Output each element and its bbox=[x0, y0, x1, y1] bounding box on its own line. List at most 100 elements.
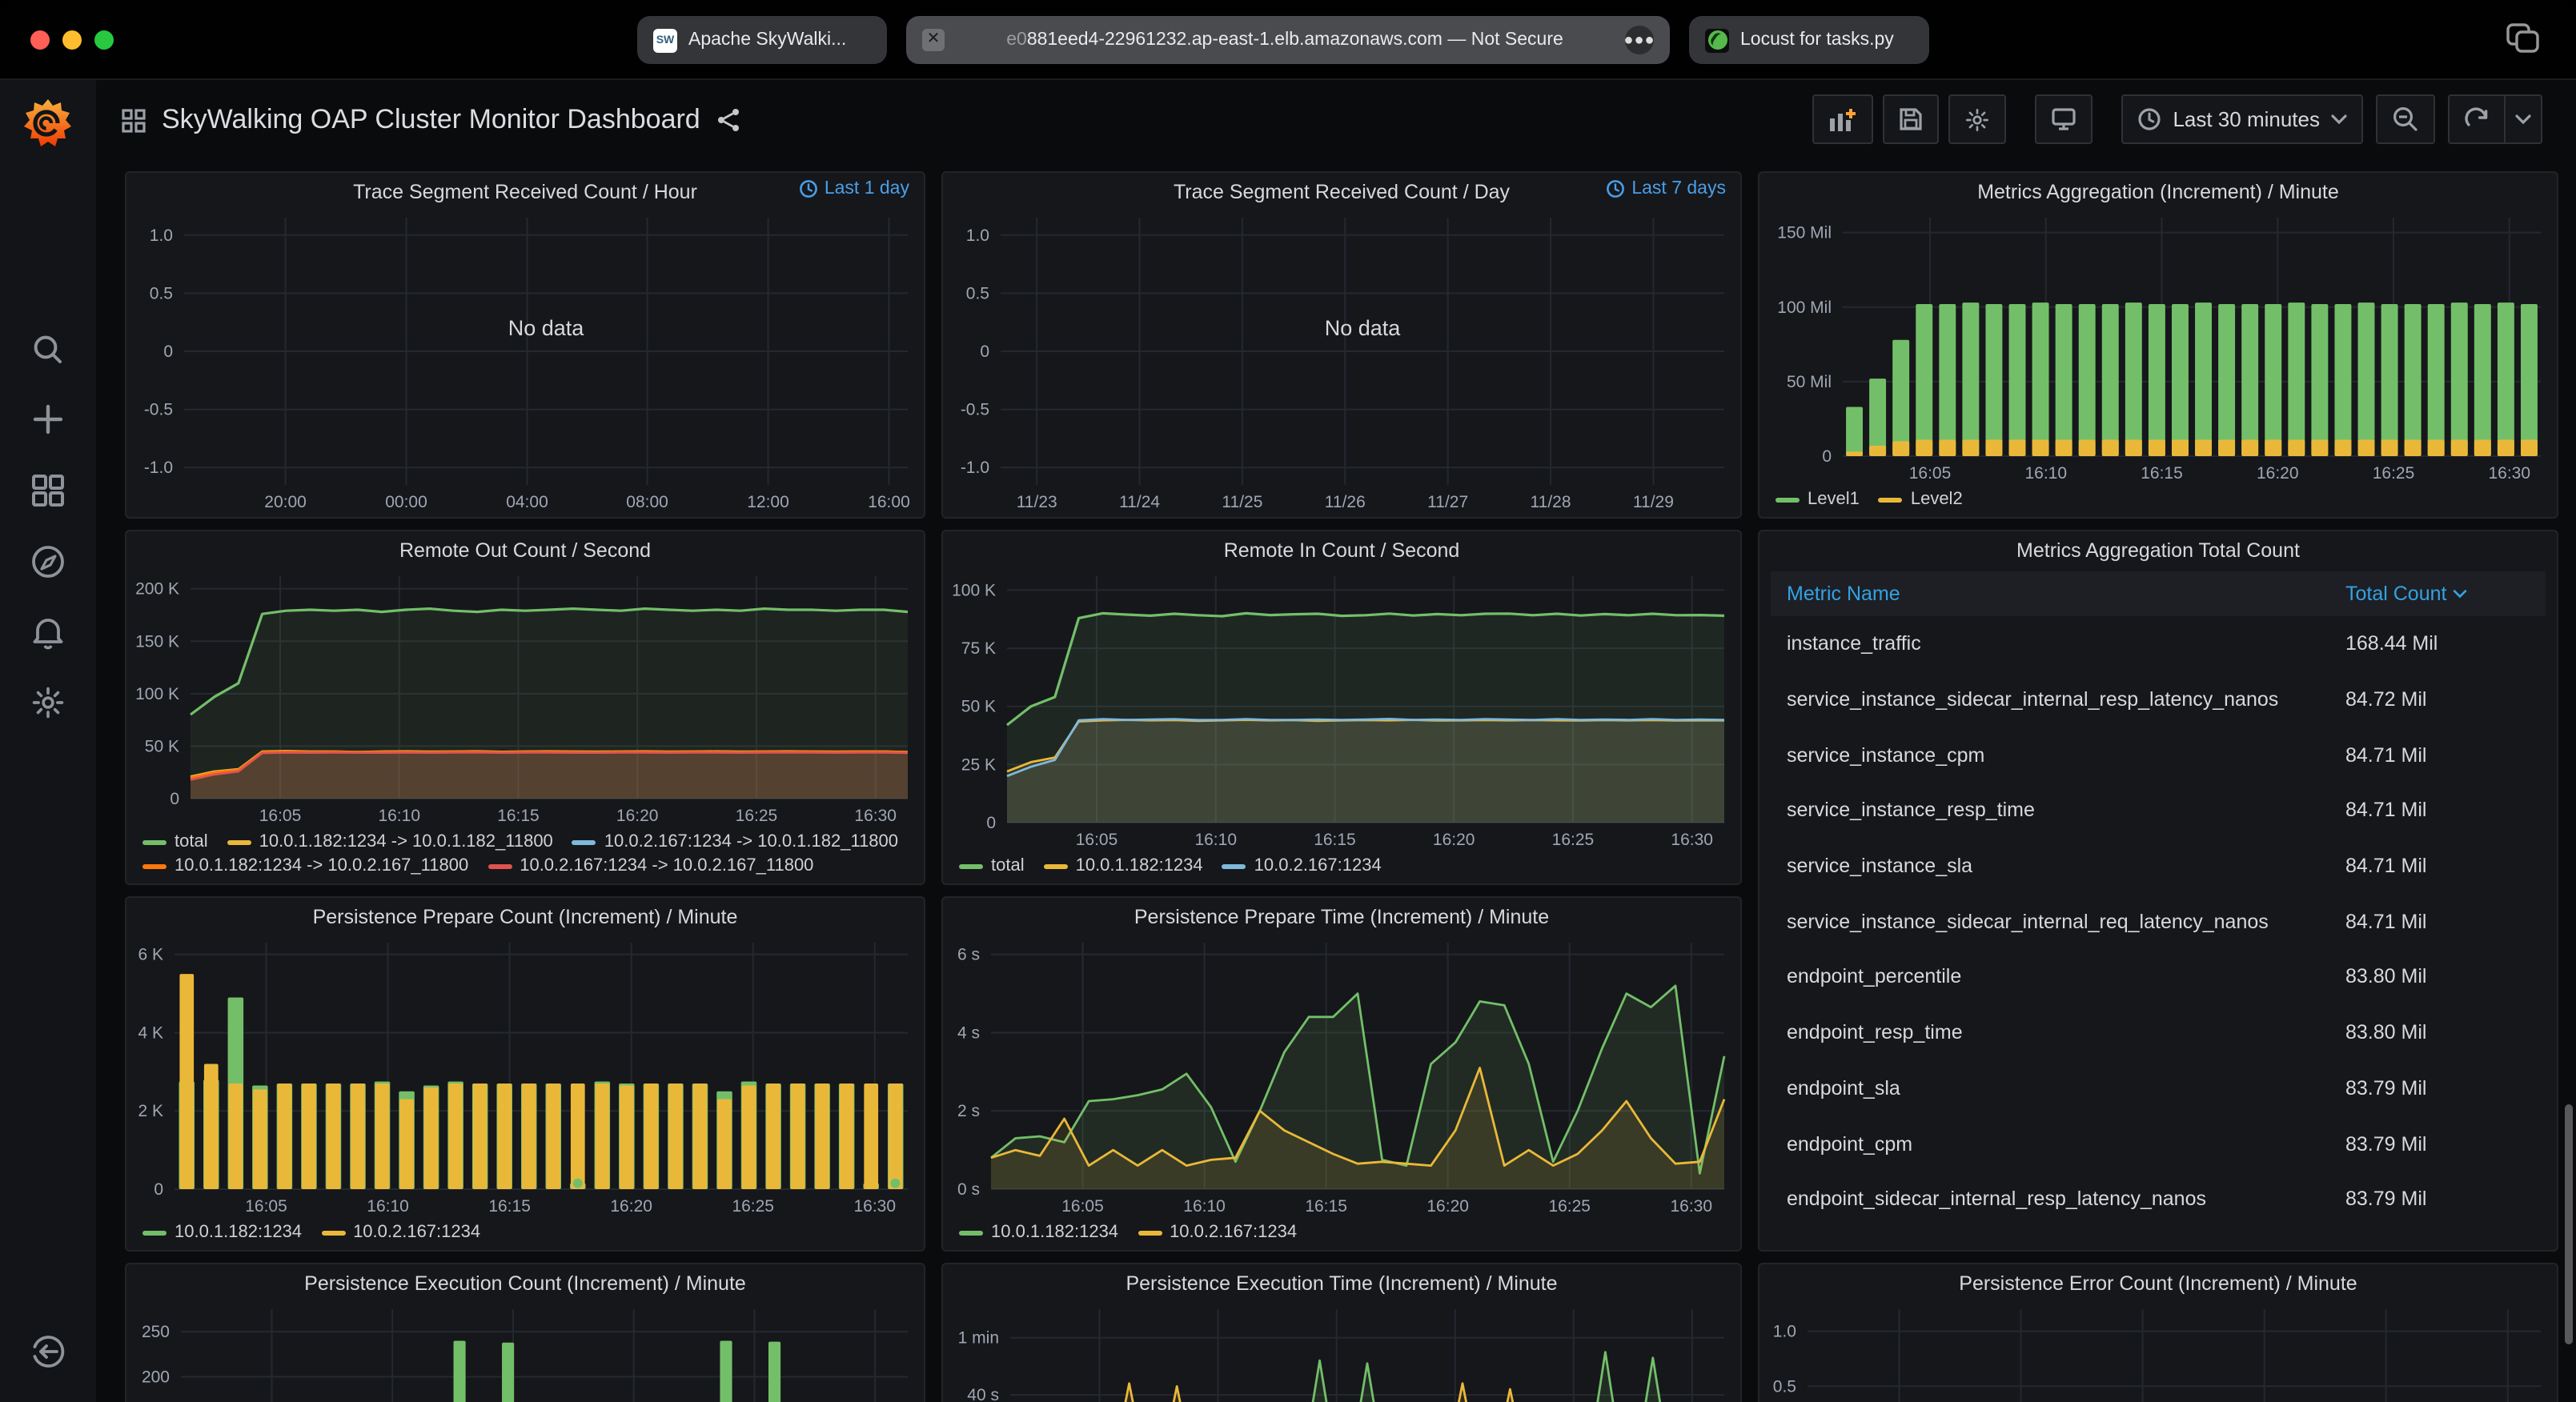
dashboard-header: SkyWalking OAP Cluster Monitor Dashboard… bbox=[96, 80, 2576, 160]
column-metric-name[interactable]: Metric Name bbox=[1787, 583, 2345, 605]
legend-item[interactable]: 10.0.2.167:1234 bbox=[1138, 1223, 1297, 1242]
svg-text:11/24: 11/24 bbox=[1119, 493, 1160, 511]
table-row[interactable]: service_instance_cpm84.71 Mil bbox=[1771, 727, 2546, 783]
tab-overview-icon[interactable] bbox=[2506, 22, 2541, 54]
legend-label: total bbox=[991, 856, 1025, 875]
chart-legend: 10.0.1.182:1234 10.0.2.167:1234 bbox=[943, 1221, 1740, 1250]
panel-trace-segment-day: Trace Segment Received Count / Day Last … bbox=[941, 171, 1742, 519]
legend-item[interactable]: 10.0.1.182:1234 bbox=[959, 1223, 1118, 1242]
close-window-button[interactable] bbox=[30, 30, 50, 50]
locust-favicon bbox=[1705, 28, 1729, 52]
panel-title[interactable]: Remote Out Count / Second bbox=[399, 539, 651, 561]
remote-out-chart[interactable]: 16:0516:1016:1516:2016:2516:30050 K100 K… bbox=[126, 568, 924, 831]
table-row[interactable]: service_instance_resp_time84.71 Mil bbox=[1771, 783, 2546, 838]
time-range-picker[interactable]: Last 30 minutes bbox=[2121, 94, 2363, 144]
panel-title[interactable]: Metrics Aggregation (Increment) / Minute bbox=[1977, 180, 2339, 202]
panel-title[interactable]: Remote In Count / Second bbox=[1224, 539, 1460, 561]
cycle-view-mode-button[interactable] bbox=[2035, 94, 2092, 144]
legend-item[interactable]: 10.0.2.167:1234 -> 10.0.2.167_11800 bbox=[488, 856, 813, 875]
prepare-count-chart[interactable]: 16:0516:1016:1516:2016:2516:3002 K4 K6 K bbox=[126, 935, 924, 1221]
metric-name: service_instance_sidecar_internal_req_la… bbox=[1787, 911, 2345, 933]
dashboards-icon[interactable] bbox=[31, 474, 65, 507]
legend-item[interactable]: Level2 bbox=[1879, 490, 1963, 509]
close-tab-icon[interactable]: ✕ bbox=[922, 29, 945, 51]
legend-item[interactable]: total bbox=[142, 832, 208, 851]
panel-title[interactable]: Persistence Prepare Count (Increment) / … bbox=[313, 905, 738, 927]
execution-count-chart[interactable]: 250200 bbox=[126, 1301, 924, 1402]
alerting-bell-icon[interactable] bbox=[31, 615, 65, 650]
metric-name: endpoint_cpm bbox=[1787, 1132, 2345, 1155]
panel-title[interactable]: Trace Segment Received Count / Hour bbox=[353, 180, 697, 202]
dashboard-settings-button[interactable] bbox=[1948, 94, 2006, 144]
legend-item[interactable]: 10.0.1.182:1234 -> 10.0.1.182_11800 bbox=[227, 832, 553, 851]
svg-text:16:30: 16:30 bbox=[854, 807, 897, 825]
panel-title[interactable]: Persistence Prepare Time (Increment) / M… bbox=[1134, 905, 1549, 927]
remote-in-chart[interactable]: 16:0516:1016:1516:2016:2516:30025 K50 K7… bbox=[943, 568, 1740, 855]
panel-title[interactable]: Metrics Aggregation Total Count bbox=[2016, 539, 2300, 561]
metric-value: 83.79 Mil bbox=[2345, 1077, 2530, 1100]
dashboard-grid-icon bbox=[122, 108, 146, 132]
legend-label: Level1 bbox=[1808, 490, 1860, 509]
svg-text:16:30: 16:30 bbox=[1671, 831, 1713, 849]
svg-text:12:00: 12:00 bbox=[747, 493, 789, 511]
search-icon[interactable] bbox=[31, 333, 65, 367]
legend-item[interactable]: 10.0.1.182:1234 bbox=[142, 1223, 302, 1242]
table-row[interactable]: endpoint_resp_time83.80 Mil bbox=[1771, 1005, 2546, 1060]
trace-hour-chart[interactable]: 20:0000:0004:0008:0012:0016:001.00.50-0.… bbox=[126, 210, 924, 517]
page-scrollbar-thumb[interactable] bbox=[2565, 1104, 2573, 1344]
browser-tab-locust[interactable]: Locust for tasks.py bbox=[1689, 16, 1929, 64]
legend-item[interactable]: 10.0.2.167:1234 -> 10.0.1.182_11800 bbox=[572, 832, 898, 851]
panel-title[interactable]: Persistence Execution Time (Increment) /… bbox=[1125, 1272, 1557, 1294]
legend-item[interactable]: 10.0.2.167:1234 bbox=[1222, 856, 1382, 875]
refresh-button[interactable] bbox=[2448, 94, 2504, 144]
legend-item[interactable]: 10.0.1.182:1234 bbox=[1044, 856, 1203, 875]
add-panel-button[interactable] bbox=[1812, 94, 1873, 144]
legend-color-dash bbox=[959, 1230, 983, 1235]
legend-item[interactable]: total bbox=[959, 856, 1025, 875]
prepare-time-chart[interactable]: 16:0516:1016:1516:2016:2516:300 s2 s4 s6… bbox=[943, 935, 1740, 1221]
trace-day-chart[interactable]: 11/2311/2411/2511/2611/2711/2811/291.00.… bbox=[943, 210, 1740, 517]
panel-title[interactable]: Trace Segment Received Count / Day bbox=[1174, 180, 1510, 202]
metrics-aggregation-chart[interactable]: 16:0516:1016:1516:2016:2516:30050 Mil100… bbox=[1759, 210, 2557, 488]
panel-title[interactable]: Persistence Error Count (Increment) / Mi… bbox=[1959, 1272, 2357, 1294]
error-count-chart[interactable]: 1.00.50-0.5-1.0 bbox=[1759, 1301, 2557, 1402]
configuration-gear-icon[interactable] bbox=[30, 685, 66, 720]
table-row[interactable]: service_instance_sidecar_internal_resp_l… bbox=[1771, 671, 2546, 727]
table-row[interactable]: service_instance_sla84.71 Mil bbox=[1771, 839, 2546, 894]
svg-text:16:15: 16:15 bbox=[1305, 1197, 1347, 1216]
sign-out-icon[interactable] bbox=[30, 1333, 66, 1370]
tab-more-icon[interactable]: ●●● bbox=[1625, 26, 1654, 54]
table-row[interactable]: endpoint_cpm83.79 Mil bbox=[1771, 1116, 2546, 1171]
explore-compass-icon[interactable] bbox=[30, 544, 66, 579]
metric-name: endpoint_sla bbox=[1787, 1077, 2345, 1100]
page-title[interactable]: SkyWalking OAP Cluster Monitor Dashboard bbox=[162, 104, 700, 136]
legend-item[interactable]: 10.0.1.182:1234 -> 10.0.2.167_11800 bbox=[142, 856, 468, 875]
minimize-window-button[interactable] bbox=[62, 30, 82, 50]
browser-tab-skywalking[interactable]: SW Apache SkyWalki... bbox=[637, 16, 887, 64]
table-row[interactable]: endpoint_sla83.79 Mil bbox=[1771, 1060, 2546, 1116]
svg-text:16:25: 16:25 bbox=[1552, 831, 1595, 849]
table-row[interactable]: service_instance_sidecar_internal_req_la… bbox=[1771, 894, 2546, 949]
grafana-logo[interactable] bbox=[19, 96, 77, 154]
save-dashboard-button[interactable] bbox=[1883, 94, 1939, 144]
svg-text:16:30: 16:30 bbox=[1670, 1197, 1712, 1216]
table-row[interactable]: endpoint_sidecar_internal_resp_latency_n… bbox=[1771, 1172, 2546, 1227]
svg-text:20:00: 20:00 bbox=[264, 493, 307, 511]
browser-tab-active-grafana[interactable]: ✕ e0881eed4-22961232.ap-east-1.elb.amazo… bbox=[906, 16, 1670, 64]
refresh-interval-dropdown[interactable] bbox=[2504, 94, 2542, 144]
legend-color-dash bbox=[142, 863, 167, 868]
legend-item[interactable]: 10.0.2.167:1234 bbox=[321, 1223, 480, 1242]
column-total-count[interactable]: Total Count bbox=[2345, 583, 2530, 605]
share-icon[interactable] bbox=[716, 107, 742, 133]
table-row[interactable]: instance_traffic168.44 Mil bbox=[1771, 616, 2546, 671]
zoom-out-button[interactable] bbox=[2376, 94, 2435, 144]
svg-text:16:05: 16:05 bbox=[245, 1197, 287, 1216]
create-plus-icon[interactable] bbox=[32, 403, 64, 435]
table-row[interactable]: endpoint_percentile83.80 Mil bbox=[1771, 949, 2546, 1004]
maximize-window-button[interactable] bbox=[94, 30, 114, 50]
panel-title[interactable]: Persistence Execution Count (Increment) … bbox=[304, 1272, 746, 1294]
legend-item[interactable]: Level1 bbox=[1776, 490, 1860, 509]
panel-persistence-prepare-time: Persistence Prepare Time (Increment) / M… bbox=[941, 896, 1742, 1252]
svg-text:11/23: 11/23 bbox=[1017, 493, 1057, 511]
execution-time-chart[interactable]: 1 min40 s bbox=[943, 1301, 1740, 1402]
